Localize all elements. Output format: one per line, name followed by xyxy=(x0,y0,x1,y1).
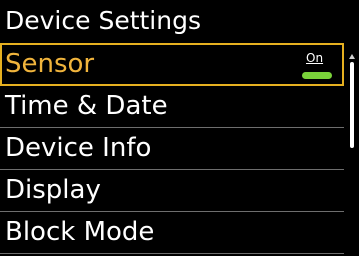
menu-item-label: Display xyxy=(5,175,101,205)
menu-item-block-mode[interactable]: Block Mode xyxy=(0,212,344,254)
toggle-on-indicator xyxy=(302,72,332,79)
menu-item-sensor[interactable]: Sensor On xyxy=(0,43,344,86)
menu-item-label: Time & Date xyxy=(5,91,168,121)
scrollbar[interactable] xyxy=(349,54,357,256)
menu-item-display[interactable]: Display xyxy=(0,170,344,212)
toggle-state-label: On xyxy=(306,51,324,65)
menu-item-label: Device Info xyxy=(5,133,152,163)
menu-item-time-date[interactable]: Time & Date xyxy=(0,86,344,128)
menu-item-label: Block Mode xyxy=(5,217,155,247)
sensor-toggle[interactable]: On xyxy=(302,51,332,79)
scroll-up-arrow-icon xyxy=(349,54,355,59)
scroll-thumb[interactable] xyxy=(350,62,354,148)
settings-menu: Sensor On Time & Date Device Info Displa… xyxy=(0,43,344,254)
menu-item-device-info[interactable]: Device Info xyxy=(0,128,344,170)
title-bar: Device Settings xyxy=(0,0,359,43)
page-title: Device Settings xyxy=(5,6,201,35)
menu-item-label: Sensor xyxy=(5,49,95,79)
